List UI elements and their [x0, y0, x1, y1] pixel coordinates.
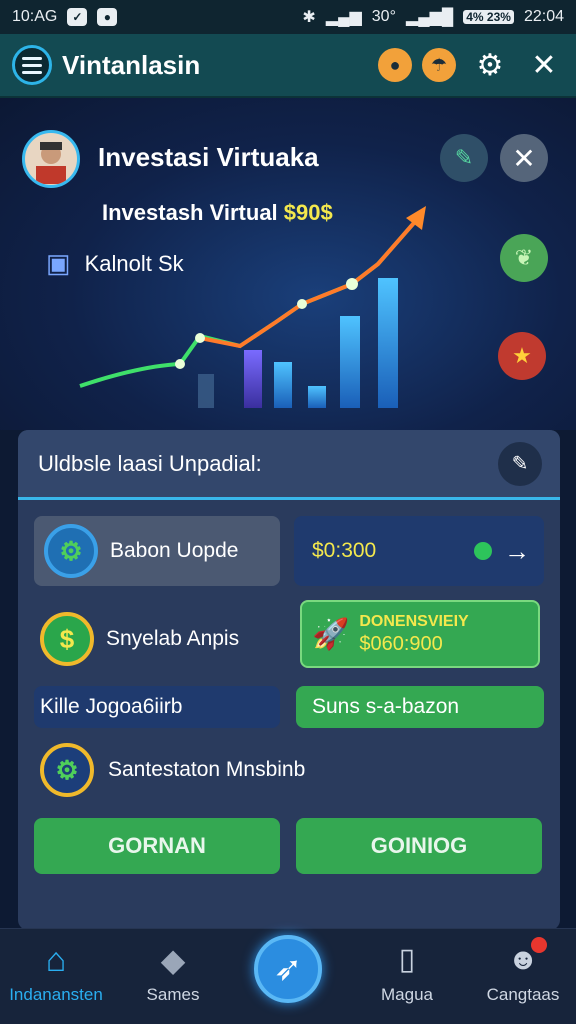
- wifi-icon: ▂▄▆: [325, 9, 362, 26]
- coin-icon[interactable]: ●: [378, 48, 412, 82]
- rocket-icon: 🚀: [312, 617, 350, 651]
- status-bar: 10:AG ✓ ● ✱ ▂▄▆ 30° ▂▄▆█ 4% 23% 22:04: [0, 0, 576, 34]
- card-snyelab-label: Snyelab Anpis: [106, 627, 240, 650]
- arrow-right-icon: →: [504, 535, 530, 566]
- nav-cangtaas-label: Cangtaas: [486, 985, 560, 1004]
- gear-icon[interactable]: ⚙: [470, 45, 510, 85]
- card-donensvieiy[interactable]: 🚀 DONENSVIEIY $060:900: [300, 600, 540, 668]
- gear-coin-icon: ⚙: [40, 743, 94, 797]
- umbrella-icon[interactable]: ☂: [422, 48, 456, 82]
- hero-banner: Investasi Virtuaka Investash Virtual $90…: [0, 98, 576, 430]
- dollar-coin-icon: $: [40, 612, 94, 666]
- nav-sames-label: Sames: [146, 985, 200, 1004]
- signal-text: 30°: [371, 8, 396, 25]
- panel-header: Uldbsle laasi Unpadial: ✎: [18, 430, 560, 500]
- status-time-left: 10:AG: [12, 8, 58, 25]
- piggy-bank-icon: ◆: [160, 942, 186, 978]
- leaf-icon[interactable]: ❦: [500, 234, 548, 282]
- bluetooth-icon: ✱: [302, 9, 316, 26]
- card-value-text: $0:300: [312, 539, 377, 562]
- status-dot-icon: [474, 542, 492, 560]
- app-notification-icon: ●: [97, 8, 118, 26]
- card-suns-label: Suns s-a-bazon: [312, 695, 460, 718]
- gear-badge-icon: ⚙: [44, 524, 98, 578]
- card-babon[interactable]: ⚙ Babon Uopde: [34, 516, 280, 586]
- star-icon[interactable]: ★: [498, 332, 546, 380]
- card-kille-label: Kille Jogoa6iirb: [40, 695, 183, 718]
- edit-icon[interactable]: ✎: [440, 134, 488, 182]
- card-donensvieiy-title: DONENSVIEIY: [359, 612, 469, 630]
- hero-title: Investasi Virtuaka: [98, 142, 319, 172]
- panel-title: Uldbsle laasi Unpadial:: [38, 450, 262, 476]
- app-title: Vintanlasin: [62, 49, 201, 80]
- hero-row-label: Kalnolt Sk: [84, 250, 184, 276]
- pencil-icon[interactable]: ✎: [498, 441, 542, 486]
- nav-magua[interactable]: ▯ Magua: [364, 943, 450, 1005]
- card-snyelab[interactable]: $ Snyelab Anpis: [34, 604, 280, 674]
- nav-home[interactable]: ⌂ Indanansten: [9, 941, 103, 1005]
- home-icon: ⌂: [45, 941, 67, 979]
- notification-icon: ✓: [67, 8, 88, 26]
- status-time-right: 22:04: [523, 8, 564, 25]
- card-kille[interactable]: Kille Jogoa6iirb: [34, 686, 280, 728]
- card-santestaton-label: Santestaton Mnsbinb: [108, 758, 306, 781]
- phone-icon: ▯: [398, 943, 416, 976]
- rocket-fab-button[interactable]: ➶: [254, 935, 322, 1003]
- notification-badge: [530, 937, 547, 953]
- close-hero-icon[interactable]: ✕: [500, 134, 548, 182]
- card-babon-label: Babon Uopde: [110, 539, 239, 562]
- update-panel: Uldbsle laasi Unpadial: ✎ ⚙ Babon Uopde …: [18, 430, 560, 930]
- menu-icon[interactable]: [12, 45, 52, 85]
- chat-icon: ☻: [507, 937, 547, 977]
- nav-magua-label: Magua: [381, 985, 433, 1004]
- battery-indicator: 4% 23%: [463, 10, 514, 24]
- hero-subtitle-text: Investash Virtual: [102, 200, 278, 225]
- hero-subtitle: Investash Virtual $90$: [102, 200, 333, 226]
- signal-icon: ▂▄▆█: [405, 9, 454, 26]
- app-bar: Vintanlasin ● ☂ ⚙ ✕: [0, 34, 576, 98]
- briefcase-icon: ▣: [46, 248, 71, 278]
- nav-sames[interactable]: ◆ Sames: [130, 943, 216, 1005]
- close-icon[interactable]: ✕: [524, 45, 564, 85]
- nav-home-label: Indanansten: [9, 985, 103, 1004]
- nav-cangtaas[interactable]: ☻ Cangtaas: [476, 937, 570, 1005]
- card-santestaton[interactable]: ⚙ Santestaton Mnsbinb: [40, 742, 520, 798]
- card-suns[interactable]: Suns s-a-bazon: [296, 686, 544, 728]
- hero-subtitle-value: $90$: [283, 200, 333, 225]
- gornan-button[interactable]: GORNAN: [34, 818, 280, 874]
- avatar[interactable]: [22, 130, 80, 188]
- hero-row: ▣ Kalnolt Sk: [46, 248, 184, 279]
- goiniog-button[interactable]: GOINIOG: [296, 818, 542, 874]
- card-value[interactable]: $0:300 →: [294, 516, 544, 586]
- card-donensvieiy-value: $060:900: [359, 632, 443, 655]
